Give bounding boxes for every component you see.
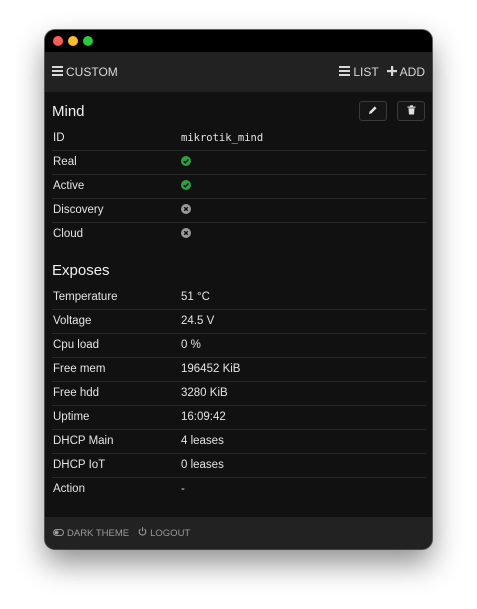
- power-icon: [138, 527, 147, 539]
- list-link[interactable]: LIST: [339, 65, 379, 79]
- table-row: Free hdd 3280 KiB: [52, 382, 426, 406]
- row-value: 3280 KiB: [181, 387, 228, 399]
- dark-theme-toggle[interactable]: DARK THEME: [53, 528, 129, 539]
- list-label: LIST: [353, 65, 379, 79]
- pencil-icon: [368, 102, 378, 120]
- title-bar: [45, 30, 432, 52]
- check-circle-icon: [181, 151, 191, 174]
- row-label: Voltage: [53, 315, 92, 327]
- top-navbar: CUSTOM LIST ADD: [45, 52, 432, 92]
- toggle-icon: [53, 528, 64, 539]
- row-label: Cpu load: [53, 339, 100, 351]
- id-value: mikrotik_mind: [181, 132, 264, 144]
- logout-label: LOGOUT: [150, 527, 191, 539]
- row-value: 196452 KiB: [181, 363, 241, 375]
- table-row: Cloud: [52, 223, 426, 246]
- row-label: ID: [53, 132, 65, 144]
- exposes-title: Exposes: [52, 262, 110, 279]
- list-icon: [339, 65, 351, 79]
- check-circle-icon: [181, 175, 191, 198]
- add-label: ADD: [399, 65, 425, 79]
- trash-icon: [407, 102, 416, 120]
- row-label: Uptime: [53, 411, 90, 423]
- row-value: 0 %: [181, 339, 201, 351]
- edit-button[interactable]: [359, 101, 387, 121]
- table-row: Temperature 51 °C: [52, 286, 426, 310]
- row-label: DHCP IoT: [53, 459, 106, 471]
- exposes-table: Temperature 51 °C Voltage 24.5 V Cpu loa…: [52, 286, 426, 501]
- minimize-window-button[interactable]: [68, 36, 78, 46]
- row-value: 0 leases: [181, 459, 224, 471]
- row-label: Real: [53, 156, 77, 168]
- table-row: Action -: [52, 478, 426, 501]
- row-label: Cloud: [53, 228, 84, 240]
- table-row: DHCP Main 4 leases: [52, 430, 426, 454]
- hamburger-icon: [52, 65, 63, 79]
- row-label: DHCP Main: [53, 435, 114, 447]
- table-row: ID mikrotik_mind: [52, 127, 426, 151]
- maximize-window-button[interactable]: [83, 36, 93, 46]
- custom-menu-link[interactable]: CUSTOM: [52, 65, 118, 79]
- plus-icon: [386, 65, 397, 79]
- add-link[interactable]: ADD: [386, 65, 425, 79]
- action-value[interactable]: -: [181, 478, 185, 501]
- row-label: Free mem: [53, 363, 106, 375]
- table-row: Free mem 196452 KiB: [52, 358, 426, 382]
- row-value: 51 °C: [181, 291, 210, 303]
- row-value: 16:09:42: [181, 411, 226, 423]
- mind-table: ID mikrotik_mind Real Active Discovery C…: [52, 127, 426, 246]
- close-window-button[interactable]: [53, 36, 63, 46]
- mind-title: Mind: [52, 103, 85, 120]
- dark-theme-label: DARK THEME: [67, 527, 130, 539]
- row-value: 4 leases: [181, 435, 224, 447]
- footer-bar: DARK THEME LOGOUT: [45, 517, 432, 549]
- row-label: Action: [53, 483, 85, 495]
- logout-link[interactable]: LOGOUT: [138, 527, 190, 539]
- table-row: Discovery: [52, 199, 426, 223]
- table-row: Cpu load 0 %: [52, 334, 426, 358]
- x-circle-icon: [181, 199, 191, 222]
- table-row: Voltage 24.5 V: [52, 310, 426, 334]
- table-row: DHCP IoT 0 leases: [52, 454, 426, 478]
- row-value: 24.5 V: [181, 315, 215, 327]
- row-label: Free hdd: [53, 387, 100, 399]
- row-label: Active: [53, 180, 85, 192]
- custom-label: CUSTOM: [66, 65, 118, 79]
- mind-header: Mind: [52, 101, 425, 121]
- row-label: Temperature: [53, 291, 118, 303]
- table-row: Real: [52, 151, 426, 175]
- table-row: Active: [52, 175, 426, 199]
- x-circle-icon: [181, 223, 191, 246]
- row-label: Discovery: [53, 204, 104, 216]
- app-window: CUSTOM LIST ADD Mind ID mikrotik_mind Re…: [45, 30, 432, 549]
- main-content: Mind ID mikrotik_mind Real Active Discov…: [45, 92, 432, 517]
- delete-button[interactable]: [397, 101, 425, 121]
- table-row: Uptime 16:09:42: [52, 406, 426, 430]
